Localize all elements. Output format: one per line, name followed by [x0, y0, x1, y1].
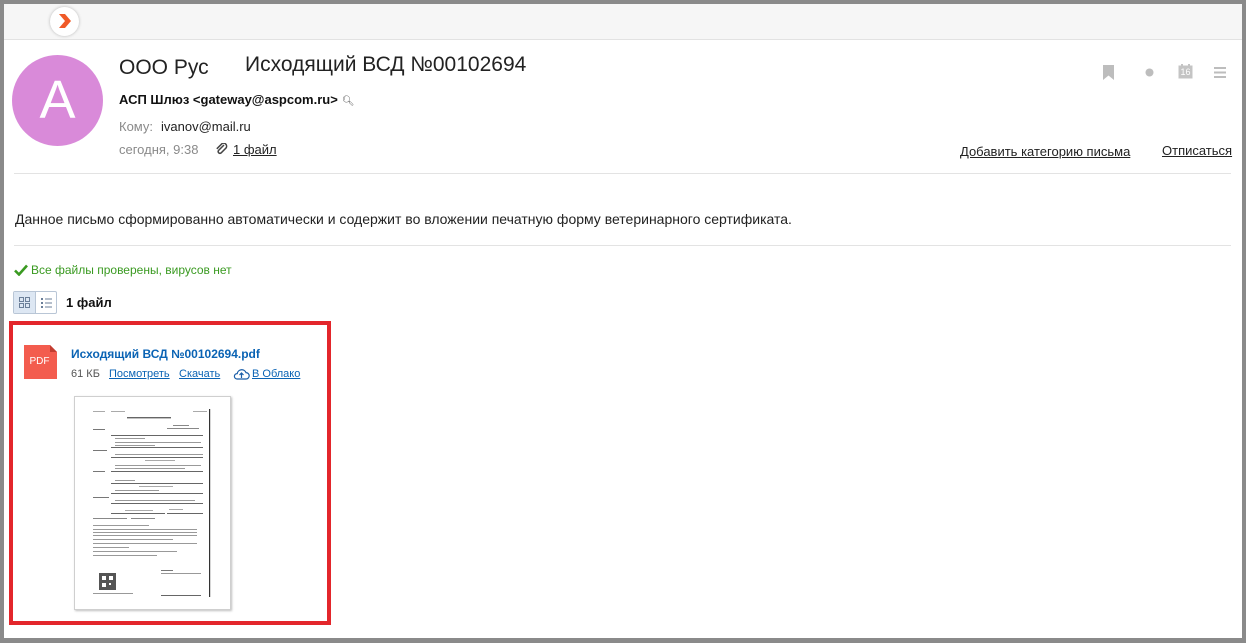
calendar-icon[interactable]: 16 — [1178, 64, 1193, 79]
view-attachment-link[interactable]: Посмотреть — [109, 368, 170, 380]
virus-check-text: Все файлы проверены, вирусов нет — [31, 263, 232, 277]
attachment-size: 61 КБ — [71, 368, 100, 380]
avatar: A — [12, 55, 103, 146]
save-to-cloud-link[interactable]: В Облако — [252, 368, 300, 380]
body-divider — [14, 245, 1231, 246]
cloud-upload-icon[interactable] — [233, 367, 250, 381]
unsubscribe-link[interactable]: Отписаться — [1162, 143, 1232, 158]
add-category-link[interactable]: Добавить категорию письма — [960, 144, 1130, 159]
checkmark-icon — [14, 264, 28, 277]
grid-icon — [19, 297, 30, 308]
pdf-file-icon[interactable]: PDF — [24, 345, 57, 379]
list-icon — [41, 298, 52, 308]
app-logo[interactable] — [50, 7, 79, 36]
grid-view-button[interactable] — [14, 292, 35, 313]
attachment-card: PDF Исходящий ВСД №00102694.pdf 61 КБ По… — [9, 321, 331, 625]
virus-check-status: Все файлы проверены, вирусов нет — [14, 263, 232, 277]
header-divider — [14, 173, 1231, 174]
email-subject: Исходящий ВСД №00102694 — [245, 53, 527, 76]
mail-window: A ООО Рус Исходящий ВСД №00102694 АСП Шл… — [4, 4, 1242, 638]
pdf-page-preview — [93, 409, 211, 597]
logo-chevron-icon — [59, 14, 71, 28]
attachments-link[interactable]: 1 файл — [233, 142, 277, 157]
search-icon[interactable]: 🔍︎ — [342, 96, 355, 107]
paperclip-icon — [216, 143, 228, 155]
to-address[interactable]: ivanov@mail.ru — [161, 119, 251, 134]
list-view-button[interactable] — [35, 292, 57, 313]
sender-name: ООО Рус — [119, 56, 209, 79]
attachments-count: 1 файл — [66, 295, 112, 310]
menu-icon[interactable] — [1214, 67, 1226, 78]
email-body-text: Данное письмо сформированно автоматическ… — [15, 211, 792, 227]
attachment-filename[interactable]: Исходящий ВСД №00102694.pdf — [71, 347, 260, 361]
attachment-preview-thumbnail[interactable] — [74, 396, 231, 610]
from-line[interactable]: АСП Шлюз <gateway@aspcom.ru> 🔍︎ — [119, 92, 355, 107]
view-toggle — [13, 291, 57, 314]
email-date: сегодня, 9:38 — [119, 142, 199, 157]
download-attachment-link[interactable]: Скачать — [179, 368, 220, 380]
top-bar — [4, 4, 1242, 40]
to-label: Кому: — [119, 119, 153, 134]
unread-dot-icon[interactable] — [1145, 68, 1154, 77]
calendar-day: 16 — [1180, 67, 1191, 77]
bookmark-icon[interactable] — [1103, 65, 1114, 80]
pdf-icon-label: PDF — [29, 356, 50, 367]
from-address[interactable]: АСП Шлюз <gateway@aspcom.ru> — [119, 92, 338, 107]
